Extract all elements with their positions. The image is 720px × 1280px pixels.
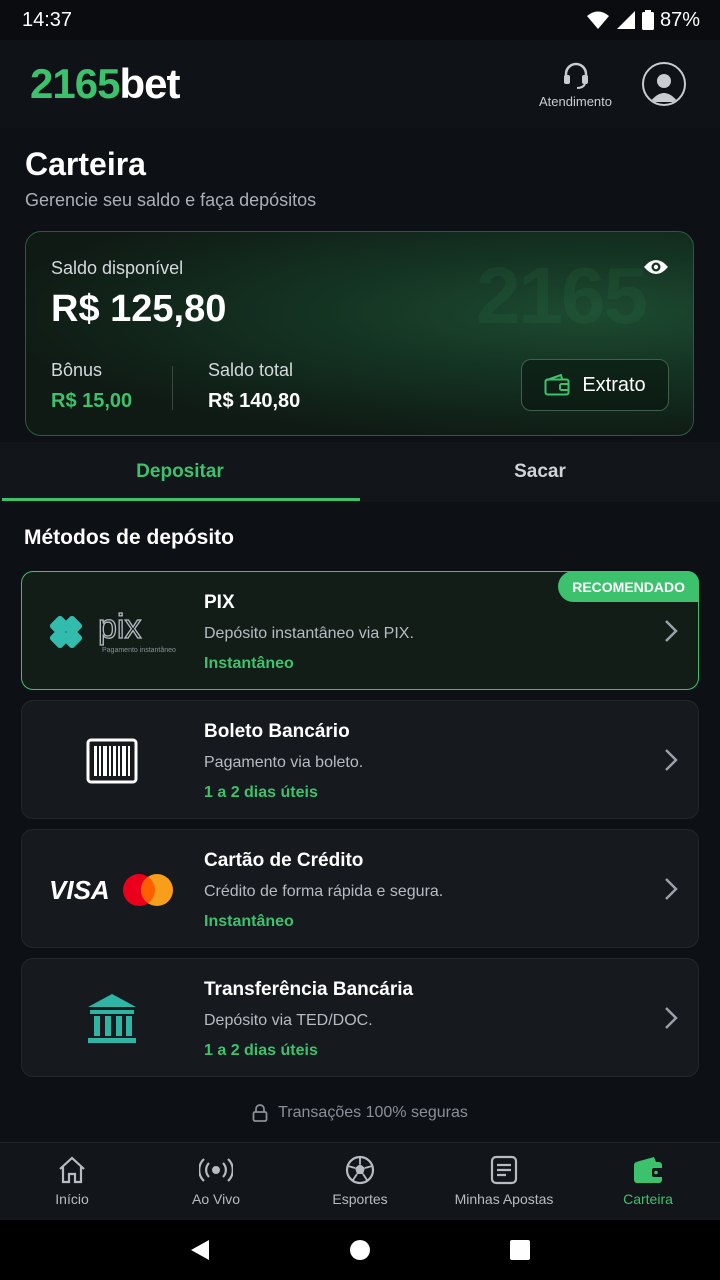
- bonus-value: R$ 15,00: [51, 390, 133, 412]
- nav-inicio[interactable]: Início: [0, 1143, 144, 1220]
- method-pix[interactable]: pix Pagamento instantâneo RECOMENDADO PI…: [21, 571, 699, 690]
- barcode-icon: [22, 701, 202, 820]
- chevron-right-icon: [665, 749, 678, 771]
- total-label: Saldo total: [208, 360, 294, 380]
- method-description: Depósito via TED/DOC.: [204, 1012, 373, 1029]
- extrato-label: Extrato: [582, 373, 646, 396]
- status-bar: 14:37 87%: [0, 0, 720, 40]
- system-nav-bar: [0, 1220, 720, 1280]
- visa-mastercard-logo: VISA: [22, 830, 202, 949]
- svg-text:pix: pix: [98, 608, 141, 646]
- tab-sacar[interactable]: Sacar: [360, 442, 720, 502]
- method-description: Pagamento via boleto.: [204, 754, 364, 771]
- battery-icon: [641, 10, 654, 30]
- extrato-button[interactable]: Extrato: [521, 359, 669, 411]
- section-title: Métodos de depósito: [24, 526, 234, 549]
- app-header: 2165bet Atendimento: [0, 40, 720, 128]
- bottom-nav: Início Ao Vivo Esportes Minhas Apostas C…: [0, 1142, 720, 1220]
- app-logo[interactable]: 2165bet: [30, 60, 180, 108]
- method-boleto[interactable]: Boleto Bancário Pagamento via boleto. 1 …: [21, 700, 699, 819]
- status-time: 14:37: [22, 8, 73, 31]
- logo-number: 2165: [30, 60, 120, 107]
- balance-value: R$ 125,80: [51, 288, 227, 330]
- method-description: Crédito de forma rápida e segura.: [204, 883, 444, 900]
- balance-card: 2165 Saldo disponível R$ 125,80 Bônus R$…: [25, 231, 694, 436]
- tab-depositar[interactable]: Depositar: [0, 442, 360, 502]
- live-icon: [199, 1158, 233, 1182]
- wifi-icon: [586, 11, 609, 29]
- battery-percent: 87%: [659, 8, 700, 31]
- nav-label: Ao Vivo: [192, 1191, 240, 1207]
- soccer-ball-icon: [345, 1155, 375, 1185]
- secure-text: Transações 100% seguras: [278, 1104, 468, 1121]
- home-circle-icon[interactable]: [349, 1239, 371, 1261]
- nav-label: Minhas Apostas: [454, 1191, 554, 1207]
- method-speed: Instantâneo: [204, 655, 294, 672]
- nav-label: Início: [55, 1191, 89, 1207]
- support-label: Atendimento: [539, 93, 612, 109]
- secure-note: Transações 100% seguras: [0, 1104, 720, 1122]
- method-speed: 1 a 2 dias úteis: [204, 784, 318, 801]
- method-title: Boleto Bancário: [204, 721, 350, 742]
- method-title: Transferência Bancária: [204, 979, 414, 1000]
- pix-logo: pix Pagamento instantâneo: [22, 572, 202, 691]
- lock-icon: [252, 1104, 268, 1122]
- page-subtitle: Gerencie seu saldo e faça depósitos: [25, 190, 317, 210]
- card-watermark: 2165: [476, 251, 648, 340]
- total-value: R$ 140,80: [208, 390, 301, 412]
- method-credit-card[interactable]: VISA Cartão de Crédito Crédito de forma …: [21, 829, 699, 948]
- divider: [172, 366, 173, 410]
- eye-icon[interactable]: [643, 258, 669, 276]
- page-title: Carteira: [25, 146, 146, 182]
- status-icons: 87%: [586, 9, 700, 32]
- nav-ao-vivo[interactable]: Ao Vivo: [144, 1143, 288, 1220]
- recents-icon[interactable]: [509, 1239, 531, 1261]
- nav-esportes[interactable]: Esportes: [288, 1143, 432, 1220]
- wallet-outline-icon: [544, 374, 570, 396]
- nav-label: Carteira: [623, 1191, 673, 1207]
- headset-icon: [563, 62, 588, 89]
- balance-label: Saldo disponível: [51, 258, 184, 278]
- method-title: Cartão de Crédito: [204, 850, 364, 871]
- bank-icon: [22, 959, 202, 1078]
- method-bank-transfer[interactable]: Transferência Bancária Depósito via TED/…: [21, 958, 699, 1077]
- recommended-badge: RECOMENDADO: [558, 571, 699, 602]
- user-icon: [650, 74, 678, 102]
- bets-list-icon: [490, 1155, 518, 1185]
- svg-text:VISA: VISA: [49, 875, 110, 905]
- chevron-right-icon: [665, 878, 678, 900]
- logo-bet: bet: [119, 60, 180, 107]
- wallet-icon: [634, 1157, 663, 1183]
- method-title: PIX: [204, 592, 235, 613]
- method-speed: Instantâneo: [204, 913, 294, 930]
- method-speed: 1 a 2 dias úteis: [204, 1042, 318, 1059]
- bonus-label: Bônus: [51, 360, 103, 380]
- support-button[interactable]: Atendimento: [539, 60, 612, 109]
- nav-minhas-apostas[interactable]: Minhas Apostas: [432, 1143, 576, 1220]
- nav-label: Esportes: [332, 1191, 388, 1207]
- chevron-right-icon: [665, 620, 678, 642]
- nav-carteira[interactable]: Carteira: [576, 1143, 720, 1220]
- avatar[interactable]: [642, 62, 686, 106]
- signal-icon: [616, 11, 635, 29]
- method-description: Depósito instantâneo via PIX.: [204, 625, 414, 642]
- home-icon: [59, 1156, 85, 1184]
- svg-text:Pagamento instantâneo: Pagamento instantâneo: [102, 647, 176, 654]
- back-icon[interactable]: [189, 1238, 211, 1262]
- tab-bar: Depositar Sacar: [0, 442, 720, 502]
- chevron-right-icon: [665, 1007, 678, 1029]
